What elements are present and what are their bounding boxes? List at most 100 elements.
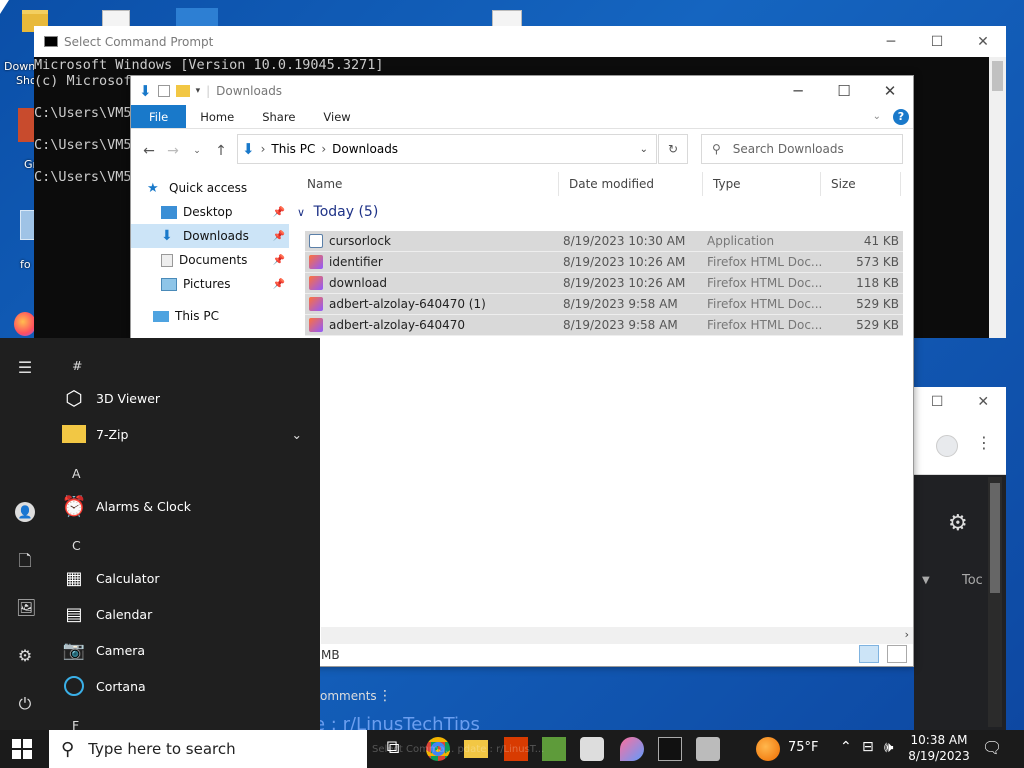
firefox-icon[interactable] xyxy=(14,312,36,336)
up-button[interactable]: ↑ xyxy=(209,143,233,159)
file-list: cursorlock 8/19/2023 10:30 AM Applicatio… xyxy=(305,231,903,336)
expand-chevron-icon[interactable]: ⌄ xyxy=(292,427,302,442)
maximize-button[interactable]: ☐ xyxy=(914,34,960,50)
section-header[interactable]: # xyxy=(72,358,82,373)
explorer-titlebar[interactable]: ⬇ ▾ | Downloads ─ ☐ ✕ xyxy=(131,76,913,105)
tab-file[interactable]: File xyxy=(131,105,187,128)
breadcrumb-downloads[interactable]: Downloads xyxy=(332,142,398,156)
app-calculator[interactable]: ▦ Calculator xyxy=(62,566,159,590)
chevron-up-icon[interactable]: ⌃ xyxy=(840,739,852,755)
close-button[interactable]: ✕ xyxy=(960,34,1006,50)
column-date-modified[interactable]: Date modified xyxy=(559,172,703,196)
qat-dropdown-icon[interactable]: ▾ xyxy=(196,86,201,96)
forward-button[interactable]: → xyxy=(161,143,185,159)
group-header[interactable]: ∨ Today (5) xyxy=(297,204,378,220)
dropdown-arrow-icon[interactable]: ▼ xyxy=(922,575,930,586)
column-size[interactable]: Size xyxy=(821,172,901,196)
address-dropdown-icon[interactable]: ⌄ xyxy=(640,144,648,155)
back-button[interactable]: ← xyxy=(137,143,161,159)
tab-share[interactable]: Share xyxy=(248,105,309,128)
cmd-scrollbar[interactable] xyxy=(989,57,1006,338)
pin-icon: 📌 xyxy=(272,278,285,290)
section-header[interactable]: C xyxy=(72,538,81,553)
network-icon[interactable]: ⊟ xyxy=(862,739,874,755)
more-options-icon[interactable]: ⋮ xyxy=(378,688,392,704)
section-header[interactable]: F xyxy=(72,718,79,730)
column-type[interactable]: Type xyxy=(703,172,821,196)
table-row[interactable]: adbert-alzolay-640470 8/19/2023 9:58 AM … xyxy=(305,315,903,336)
column-headers: Name Date modified Type Size xyxy=(297,172,905,196)
nav-label: Quick access xyxy=(169,181,248,195)
app-camera[interactable]: 📷 Camera xyxy=(62,638,145,662)
weather-icon[interactable] xyxy=(756,737,780,761)
column-name[interactable]: Name xyxy=(297,172,559,196)
maximize-button[interactable]: ☐ xyxy=(931,394,944,410)
volume-icon[interactable]: 🕪 xyxy=(884,738,893,756)
section-header[interactable]: A xyxy=(72,466,81,481)
app-3d-viewer[interactable]: ⬡ 3D Viewer xyxy=(62,386,160,410)
user-account-icon[interactable]: 👤 xyxy=(15,502,35,522)
notifications-icon[interactable]: 🗨 xyxy=(982,738,1002,757)
tab-view[interactable]: View xyxy=(309,105,364,128)
app-cortana[interactable]: Cortana xyxy=(62,674,146,698)
hamburger-menu-icon[interactable]: ☰ xyxy=(16,358,34,377)
expand-ribbon-icon[interactable]: ⌄ xyxy=(873,111,881,122)
profile-icon[interactable] xyxy=(936,435,958,457)
computer-icon xyxy=(153,310,169,322)
nav-item-documents[interactable]: Documents 📌 xyxy=(131,248,289,272)
close-button[interactable]: ✕ xyxy=(867,82,913,100)
help-icon[interactable]: ? xyxy=(893,108,909,125)
large-icons-view-button[interactable] xyxy=(887,644,907,663)
system-clock[interactable]: 10:38 AM 8/19/2023 xyxy=(906,732,972,764)
power-icon[interactable]: ⏻ xyxy=(16,694,34,713)
details-view-button[interactable] xyxy=(859,644,880,663)
nav-item-pictures[interactable]: Pictures 📌 xyxy=(131,272,289,296)
nav-item-quick-access[interactable]: ★ Quick access xyxy=(131,176,289,200)
search-placeholder: Search Downloads xyxy=(732,142,844,156)
settings-gear-icon[interactable]: ⚙ xyxy=(948,511,968,536)
close-button[interactable]: ✕ xyxy=(977,394,989,410)
documents-icon[interactable]: 🗋 xyxy=(16,550,34,570)
browser-scrollbar[interactable] xyxy=(988,477,1002,727)
start-menu[interactable]: ☰ 👤 🗋 🖼 ⚙ ⏻ # ⬡ 3D Viewer 7-Zip ⌄ A ⏰ Al… xyxy=(0,338,320,730)
cmd-titlebar[interactable]: Select Command Prompt ─ ☐ ✕ xyxy=(34,26,1006,57)
new-folder-icon[interactable] xyxy=(175,84,190,97)
breadcrumb-this-pc[interactable]: This PC xyxy=(271,142,315,156)
maximize-button[interactable]: ☐ xyxy=(821,82,867,100)
table-row[interactable]: adbert-alzolay-640470 (1) 8/19/2023 9:58… xyxy=(305,294,903,315)
menu-icon[interactable]: ⋮ xyxy=(976,433,992,452)
horizontal-scrollbar[interactable]: › xyxy=(321,627,913,644)
post-title-link[interactable]: e : r/LinusTechTips xyxy=(314,714,480,730)
weather-temp[interactable]: 75°F xyxy=(788,740,819,755)
nav-label: Downloads xyxy=(183,229,249,243)
nav-item-this-pc[interactable]: This PC xyxy=(131,304,289,328)
toc-label[interactable]: Toc xyxy=(962,573,983,588)
recent-locations-icon[interactable]: ⌄ xyxy=(185,146,209,156)
app-calendar[interactable]: ▤ Calendar xyxy=(62,602,152,626)
nav-item-desktop[interactable]: Desktop 📌 xyxy=(131,200,289,224)
address-bar[interactable]: ⬇ › This PC › Downloads ⌄ xyxy=(237,134,657,164)
settings-gear-icon[interactable]: ⚙ xyxy=(16,646,34,665)
cmd-icon[interactable] xyxy=(658,737,682,761)
refresh-button[interactable]: ↻ xyxy=(658,134,688,164)
properties-icon[interactable] xyxy=(157,84,170,97)
app-icon[interactable] xyxy=(696,737,720,761)
cmd-icon xyxy=(44,36,58,47)
windows-start-icon[interactable] xyxy=(12,739,32,759)
table-row[interactable]: cursorlock 8/19/2023 10:30 AM Applicatio… xyxy=(305,231,903,252)
browser-titlebar[interactable]: ☐ ✕ xyxy=(914,387,1006,417)
minimize-button[interactable]: ─ xyxy=(775,82,821,100)
search-input[interactable]: ⚲ Search Downloads xyxy=(701,134,903,164)
browser-window[interactable]: ☐ ✕ ⋮ ⚙ Toc ▼ xyxy=(914,387,1006,732)
scroll-right-icon[interactable]: › xyxy=(905,628,909,641)
minimize-button[interactable]: ─ xyxy=(868,34,914,50)
pictures-icon[interactable]: 🖼 xyxy=(16,598,36,617)
nav-item-downloads[interactable]: ⬇ Downloads 📌 xyxy=(131,224,289,248)
app-7-zip[interactable]: 7-Zip ⌄ xyxy=(62,422,302,446)
taskbar-search-input[interactable]: ⚲ Type here to search xyxy=(49,730,367,768)
table-row[interactable]: download 8/19/2023 10:26 AM Firefox HTML… xyxy=(305,273,903,294)
collapse-icon[interactable]: ∨ xyxy=(297,206,305,219)
tab-home[interactable]: Home xyxy=(186,105,248,128)
table-row[interactable]: identifier 8/19/2023 10:26 AM Firefox HT… xyxy=(305,252,903,273)
app-alarms-clock[interactable]: ⏰ Alarms & Clock xyxy=(62,494,191,518)
